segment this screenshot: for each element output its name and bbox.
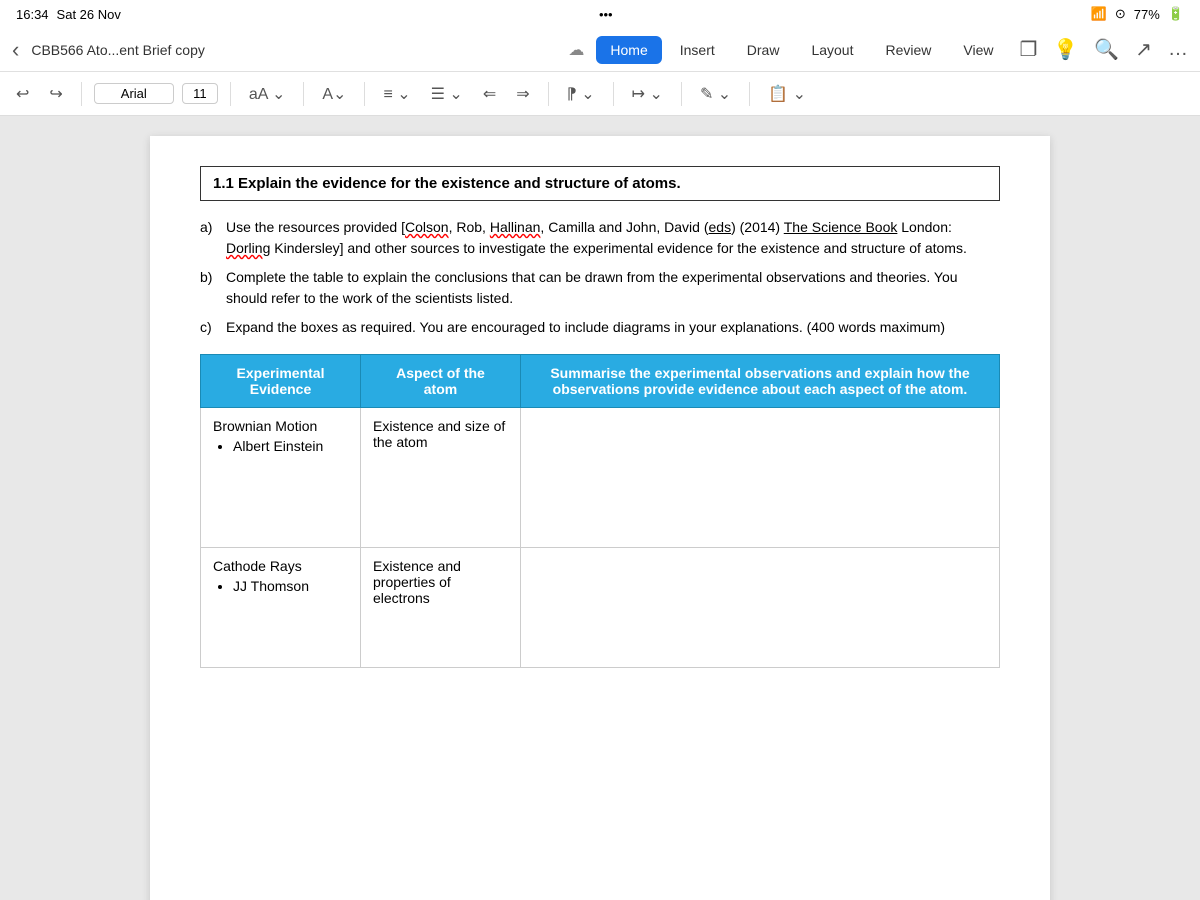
instruction-a-text: Use the resources provided [Colson, Rob,… xyxy=(226,217,1000,259)
tab-insert[interactable]: Insert xyxy=(666,36,729,64)
cell-brownian-aspect[interactable]: Existence and size of the atom xyxy=(361,408,521,548)
cathode-aspect-text: Existence and properties of electrons xyxy=(373,558,461,606)
wifi-icon: 📶 xyxy=(1091,6,1107,22)
share-icon[interactable]: ↗ xyxy=(1135,37,1152,62)
scientist-einstein: Albert Einstein xyxy=(233,436,348,457)
tab-view[interactable]: View xyxy=(949,36,1007,64)
tab-layout[interactable]: Layout xyxy=(797,36,867,64)
time: 16:34 xyxy=(16,7,49,22)
status-bar-right: 📶 ⊙ 77% 🔋 xyxy=(1091,6,1184,22)
font-size-selector[interactable]: 11 xyxy=(182,83,218,104)
label-a: a) xyxy=(200,217,220,259)
separator-5 xyxy=(548,82,549,106)
tab-draw[interactable]: Draw xyxy=(733,36,794,64)
pen-button[interactable]: ✎ ⌄ xyxy=(694,80,737,108)
title-bar: ‹ CBB566 Ato...ent Brief copy ☁ Home Ins… xyxy=(0,28,1200,72)
tablet-icon[interactable]: ❐ xyxy=(1019,37,1037,62)
separator-4 xyxy=(364,82,365,106)
label-b: b) xyxy=(200,267,220,309)
status-bar-left: 16:34 Sat 26 Nov xyxy=(16,7,121,22)
colson-ref: Colson xyxy=(405,219,449,235)
separator-1 xyxy=(81,82,82,106)
book-title: The Science Book xyxy=(784,219,898,235)
table-header: ExperimentalEvidence Aspect of theatom S… xyxy=(201,355,1000,408)
nav-tabs: Home Insert Draw Layout Review View xyxy=(596,36,1007,64)
date: Sat 26 Nov xyxy=(57,7,121,22)
instruction-b-text: Complete the table to explain the conclu… xyxy=(226,267,1000,309)
cell-cathode-aspect[interactable]: Existence and properties of electrons xyxy=(361,548,521,668)
signal-icon: ⊙ xyxy=(1115,6,1126,22)
more-icon[interactable]: … xyxy=(1168,38,1188,61)
cell-brownian-summary[interactable] xyxy=(521,408,1000,548)
align-list-button[interactable]: ≡ ⌄ xyxy=(377,80,416,108)
brownian-title: Brownian Motion xyxy=(213,418,317,434)
cathode-title: Cathode Rays xyxy=(213,558,302,574)
brownian-scientists: Albert Einstein xyxy=(213,436,348,457)
search-icon[interactable]: 🔍 xyxy=(1094,37,1119,62)
instructions-list: a) Use the resources provided [Colson, R… xyxy=(200,217,1000,338)
instruction-a: a) Use the resources provided [Colson, R… xyxy=(200,217,1000,259)
paragraph-style-button[interactable]: ⁋ ⌄ xyxy=(561,80,601,108)
cloud-icon: ☁ xyxy=(568,40,584,60)
align-left-button[interactable]: ⇐ xyxy=(477,80,502,108)
text-color-button[interactable]: A⌄ xyxy=(316,80,352,108)
separator-8 xyxy=(749,82,750,106)
hallinan-ref: Hallinan xyxy=(490,219,541,235)
redo-button[interactable]: ↪ xyxy=(43,80,68,108)
cathode-scientists: JJ Thomson xyxy=(213,576,348,597)
status-bar-center: ••• xyxy=(599,7,613,22)
clipboard-button[interactable]: 📋 ⌄ xyxy=(762,80,812,108)
doc-area[interactable]: 1.1 Explain the evidence for the existen… xyxy=(0,116,1200,900)
doc-page: 1.1 Explain the evidence for the existen… xyxy=(150,136,1050,900)
header-summary: Summarise the experimental observations … xyxy=(521,355,1000,408)
title-bar-icons: ❐ 💡 🔍 ↗ … xyxy=(1019,37,1188,62)
back-button[interactable]: ‹ xyxy=(12,37,19,63)
status-bar: 16:34 Sat 26 Nov ••• 📶 ⊙ 77% 🔋 xyxy=(0,0,1200,28)
cell-cathode-summary[interactable] xyxy=(521,548,1000,668)
dots: ••• xyxy=(599,7,613,22)
table-body: Brownian Motion Albert Einstein Existenc… xyxy=(201,408,1000,668)
section-heading-text: 1.1 Explain the evidence for the existen… xyxy=(213,175,681,192)
battery-icon: 🔋 xyxy=(1168,6,1184,22)
table-row: Brownian Motion Albert Einstein Existenc… xyxy=(201,408,1000,548)
scientist-thomson: JJ Thomson xyxy=(233,576,348,597)
table-row: Cathode Rays JJ Thomson Existence and pr… xyxy=(201,548,1000,668)
format-aa-button[interactable]: aA ⌄ xyxy=(243,80,292,108)
instruction-b: b) Complete the table to explain the con… xyxy=(200,267,1000,309)
brownian-aspect-text: Existence and size of the atom xyxy=(373,418,505,450)
bulb-icon[interactable]: 💡 xyxy=(1053,37,1078,62)
separator-7 xyxy=(681,82,682,106)
label-c: c) xyxy=(200,317,220,338)
doc-title: CBB566 Ato...ent Brief copy xyxy=(31,42,556,58)
cell-cathode-evidence[interactable]: Cathode Rays JJ Thomson xyxy=(201,548,361,668)
header-aspect-of-atom: Aspect of theatom xyxy=(361,355,521,408)
cell-brownian-evidence[interactable]: Brownian Motion Albert Einstein xyxy=(201,408,361,548)
font-selector[interactable]: Arial xyxy=(94,83,174,104)
indent-button[interactable]: ↦ ⌄ xyxy=(626,80,669,108)
instruction-c-text: Expand the boxes as required. You are en… xyxy=(226,317,945,338)
dorling-ref: Dorling xyxy=(226,240,270,256)
tab-review[interactable]: Review xyxy=(871,36,945,64)
header-row: ExperimentalEvidence Aspect of theatom S… xyxy=(201,355,1000,408)
tab-home[interactable]: Home xyxy=(596,36,661,64)
instruction-c: c) Expand the boxes as required. You are… xyxy=(200,317,1000,338)
align-right-button[interactable]: ⇒ xyxy=(510,80,535,108)
header-experimental-evidence: ExperimentalEvidence xyxy=(201,355,361,408)
toolbar: ↩ ↪ Arial 11 aA ⌄ A⌄ ≡ ⌄ ☰ ⌄ ⇐ ⇒ ⁋ ⌄ ↦ ⌄… xyxy=(0,72,1200,116)
separator-2 xyxy=(230,82,231,106)
battery-label: 77% xyxy=(1134,7,1160,22)
section-heading: 1.1 Explain the evidence for the existen… xyxy=(200,166,1000,201)
instructions: a) Use the resources provided [Colson, R… xyxy=(200,217,1000,338)
eds-ref: eds xyxy=(709,219,732,235)
separator-6 xyxy=(613,82,614,106)
separator-3 xyxy=(303,82,304,106)
undo-button[interactable]: ↩ xyxy=(10,80,35,108)
evidence-table: ExperimentalEvidence Aspect of theatom S… xyxy=(200,354,1000,668)
indent-list-button[interactable]: ☰ ⌄ xyxy=(425,80,469,108)
